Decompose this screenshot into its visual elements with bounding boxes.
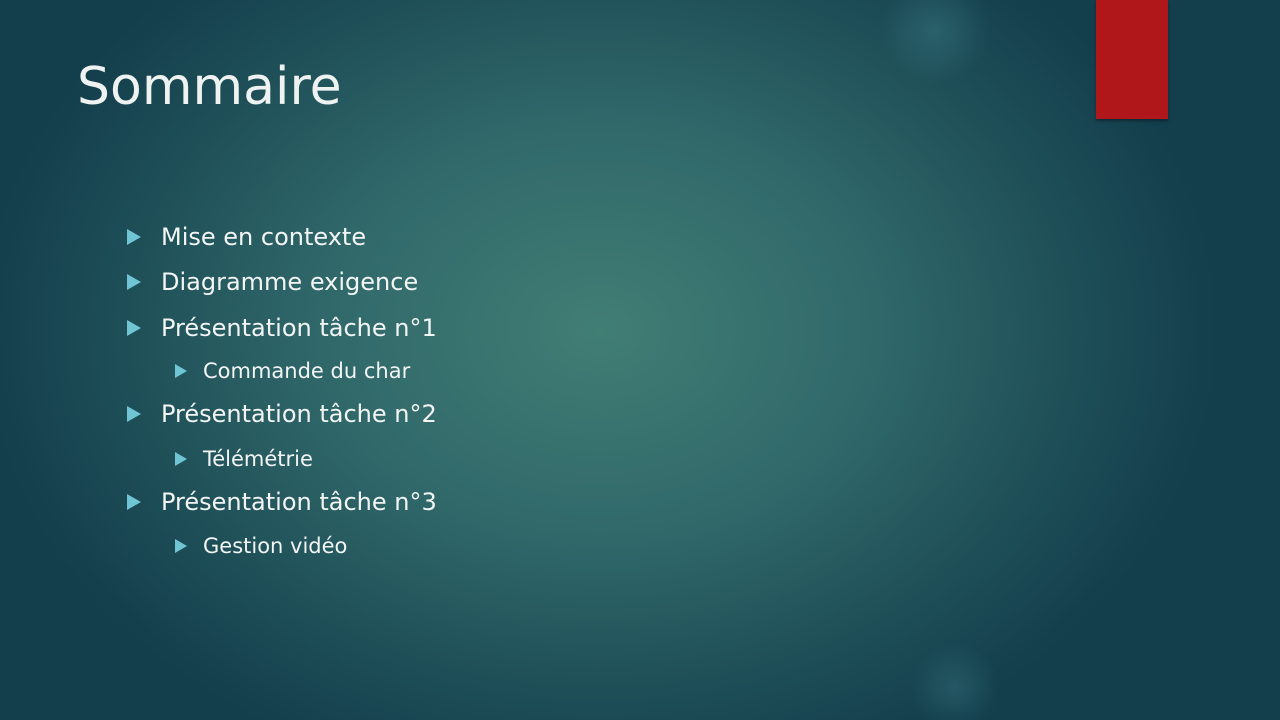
- agenda-item-label: Diagramme exigence: [161, 268, 419, 296]
- bullet-arrow-icon: [175, 539, 187, 553]
- agenda-subitem: Commande du char: [175, 357, 410, 385]
- agenda-subitem: Télémétrie: [175, 445, 313, 473]
- agenda-subitem: Gestion vidéo: [175, 532, 347, 560]
- agenda-item-label: Présentation tâche n°1: [161, 314, 437, 342]
- bullet-arrow-icon: [127, 320, 141, 336]
- agenda-list: Mise en contexte Diagramme exigence Prés…: [0, 0, 1280, 720]
- agenda-item: Mise en contexte: [127, 221, 366, 253]
- agenda-item: Présentation tâche n°2: [127, 398, 437, 430]
- agenda-subitem-label: Commande du char: [203, 359, 411, 383]
- agenda-item: Diagramme exigence: [127, 266, 418, 298]
- agenda-item: Présentation tâche n°3: [127, 486, 437, 518]
- bullet-arrow-icon: [127, 494, 141, 510]
- bullet-arrow-icon: [127, 229, 141, 245]
- slide: Sommaire Mise en contexte Diagramme exig…: [0, 0, 1280, 720]
- agenda-item-label: Mise en contexte: [161, 223, 367, 251]
- agenda-subitem-label: Gestion vidéo: [203, 534, 348, 558]
- bullet-arrow-icon: [175, 452, 187, 466]
- agenda-item-label: Présentation tâche n°2: [161, 400, 437, 428]
- bullet-arrow-icon: [127, 274, 141, 290]
- bullet-arrow-icon: [175, 364, 187, 378]
- agenda-item: Présentation tâche n°1: [127, 312, 437, 344]
- bullet-arrow-icon: [127, 406, 141, 422]
- agenda-subitem-label: Télémétrie: [203, 447, 313, 471]
- agenda-item-label: Présentation tâche n°3: [161, 488, 437, 516]
